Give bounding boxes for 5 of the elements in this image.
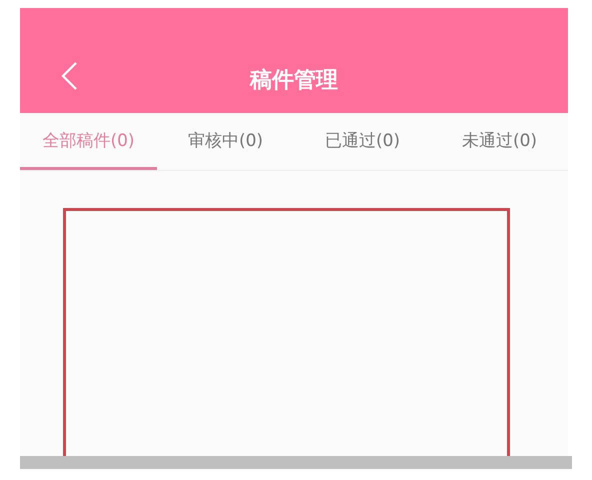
tab[interactable]: 已通过(0) (294, 113, 431, 170)
tab[interactable]: 审核中(0) (157, 113, 294, 170)
back-icon[interactable] (60, 61, 78, 91)
tab[interactable]: 未通过(0) (431, 113, 568, 170)
page-title: 稿件管理 (250, 67, 338, 95)
